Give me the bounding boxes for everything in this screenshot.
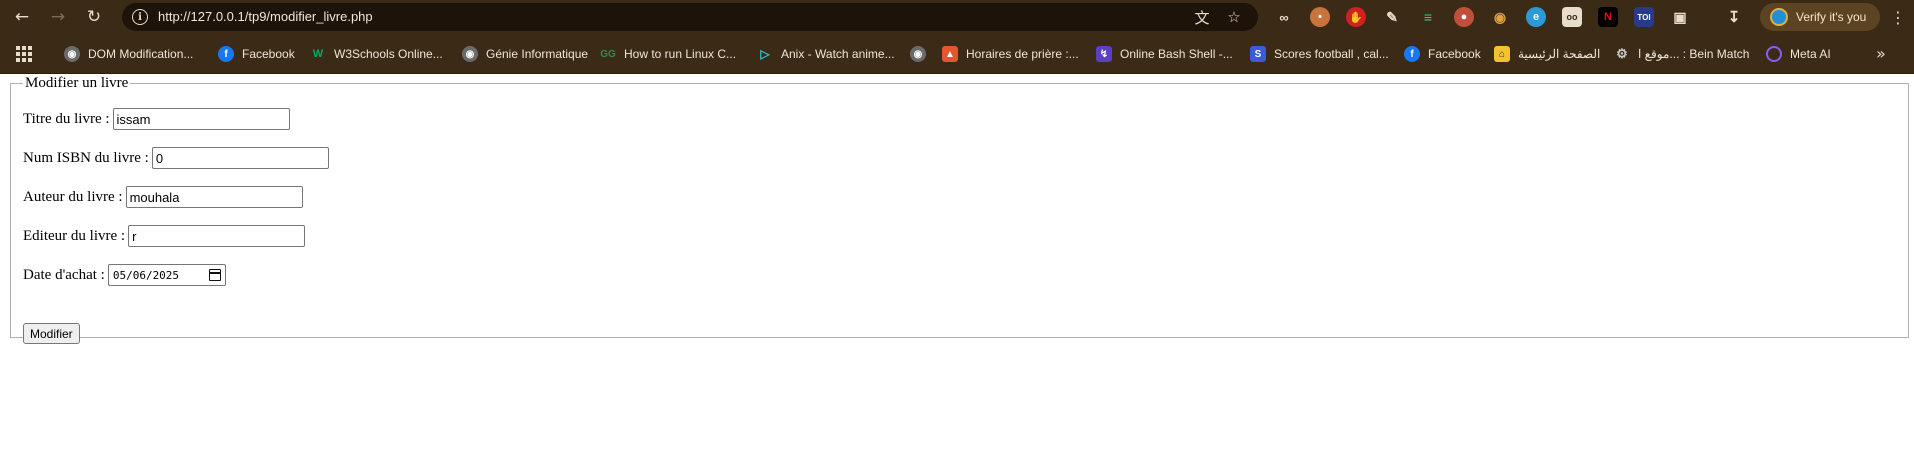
bookmark-scores-football[interactable]: S Scores football , cal... — [1250, 44, 1389, 64]
publisher-label: Editeur du livre : — [23, 227, 126, 244]
forward-arrow-icon[interactable]: → — [44, 3, 72, 31]
extension-pin-icon[interactable]: ✎ — [1382, 7, 1402, 27]
bookmarks-bar: ◉ DOM Modification... f Facebook W W3Sch… — [0, 34, 1914, 74]
url-text[interactable]: http://127.0.0.1/tp9/modifier_livre.php — [158, 9, 373, 24]
chevron-right-icon[interactable]: » — [1876, 44, 1886, 63]
author-row: Auteur du livre : — [23, 186, 303, 208]
bookmark-globe[interactable]: ◉ — [910, 44, 934, 64]
w3schools-icon: W — [312, 48, 324, 60]
reload-icon[interactable]: ↻ — [80, 3, 108, 31]
address-bar[interactable]: i http://127.0.0.1/tp9/modifier_livre.ph… — [122, 3, 1258, 31]
bookmark-facebook-2[interactable]: f Facebook — [1404, 44, 1481, 64]
home-icon: ⌂ — [1494, 46, 1510, 62]
bookmark-meta-ai[interactable]: Meta AI — [1766, 44, 1831, 64]
title-row: Titre du livre : — [23, 108, 290, 130]
isbn-label: Num ISBN du livre : — [23, 149, 149, 166]
menu-icon[interactable]: ⋮ — [1888, 7, 1908, 27]
bookmark-facebook[interactable]: f Facebook — [218, 44, 295, 64]
captions-icon[interactable]: oo — [1562, 7, 1582, 27]
bookmark-label: How to run Linux C... — [624, 47, 737, 61]
netflix-icon[interactable]: N — [1598, 7, 1618, 27]
bookmark-label: Scores football , cal... — [1274, 47, 1389, 61]
bookmark-label: الصفحة الرئيسية — [1518, 47, 1601, 61]
purchase-date-label: Date d'achat : — [23, 266, 105, 283]
globe-icon: ◉ — [910, 46, 926, 62]
avatar — [1770, 8, 1788, 26]
purchase-date-input[interactable]: 05/06/2025 — [107, 264, 226, 286]
publisher-input[interactable] — [128, 225, 306, 247]
title-label: Titre du livre : — [23, 110, 110, 127]
star-icon[interactable]: ☆ — [1224, 7, 1244, 27]
purchase-date-row: Date d'achat : 05/06/2025 — [23, 264, 226, 286]
cookie-icon[interactable]: • — [1310, 7, 1330, 27]
bookmark-label: Anix - Watch anime... — [781, 47, 895, 61]
author-label: Auteur du livre : — [23, 188, 123, 205]
form-legend: Modifier un livre — [25, 75, 129, 91]
adblock-icon[interactable]: ✋ — [1346, 7, 1366, 27]
isbn-input[interactable] — [151, 147, 329, 169]
purchase-date-value: 05/06/2025 — [112, 268, 180, 282]
scores-icon: S — [1250, 46, 1266, 62]
edge-icon[interactable]: e — [1526, 7, 1546, 27]
bookmark-dom-modification[interactable]: ◉ DOM Modification... — [64, 44, 193, 64]
gear-icon: ⚙ — [1616, 46, 1628, 61]
calendar-icon[interactable] — [208, 269, 221, 281]
wappalyzer-icon[interactable]: ≡ — [1418, 7, 1438, 27]
bookmark-bein-match[interactable]: ⚙ موقع ا... : Bein Match — [1614, 44, 1749, 64]
bookmark-label: Meta AI — [1790, 47, 1831, 61]
edit-book-fieldset: Modifier un livre Titre du livre : Num I… — [10, 75, 1909, 344]
facebook-icon: f — [1404, 46, 1420, 62]
bookmark-anix[interactable]: ▷ Anix - Watch anime... — [757, 44, 895, 64]
bookmark-label: موقع ا... : Bein Match — [1638, 47, 1750, 61]
ant-icon[interactable]: ◉ — [1490, 7, 1510, 27]
bookmark-online-bash-shell[interactable]: ↯ Online Bash Shell -... — [1096, 44, 1233, 64]
apps-grid-icon[interactable] — [16, 46, 32, 62]
bookmark-horaires-de-priere[interactable]: ▲ Horaires de prière :... — [942, 44, 1079, 64]
mosque-icon: ▲ — [942, 46, 958, 62]
site-info-icon[interactable]: i — [132, 9, 148, 25]
puzzle-icon[interactable]: ▣ — [1670, 7, 1690, 27]
publisher-row: Editeur du livre : — [23, 225, 306, 247]
profile-button-label: Verify it's you — [1796, 10, 1867, 24]
download-icon[interactable]: ↧ — [1724, 7, 1744, 27]
play-icon: ▷ — [760, 47, 770, 61]
translate-icon[interactable]: 文 — [1192, 7, 1212, 27]
chrome-color-icon[interactable]: ● — [1454, 7, 1474, 27]
gfg-icon: GG — [600, 48, 616, 60]
globe-icon: ◉ — [462, 46, 478, 62]
bookmark-label: DOM Modification... — [88, 47, 194, 61]
bookmark-label: Facebook — [1428, 47, 1481, 61]
reading-mode-icon[interactable]: ∞ — [1274, 7, 1294, 27]
title-input[interactable] — [112, 108, 290, 130]
globe-icon: ◉ — [64, 46, 80, 62]
bolt-icon: ↯ — [1096, 46, 1112, 62]
profile-button[interactable]: Verify it's you — [1760, 3, 1880, 31]
facebook-icon: f — [218, 46, 234, 62]
browser-toolbar: ← → ↻ i http://127.0.0.1/tp9/modifier_li… — [0, 0, 1914, 34]
bookmark-label: Horaires de prière :... — [966, 47, 1079, 61]
author-input[interactable] — [125, 186, 303, 208]
bookmark-how-to-run-linux[interactable]: GG How to run Linux C... — [600, 44, 736, 64]
bookmark-label: W3Schools Online... — [334, 47, 443, 61]
meta-ai-icon — [1766, 46, 1782, 62]
isbn-row: Num ISBN du livre : — [23, 147, 329, 169]
page-content: Modifier un livre Titre du livre : Num I… — [0, 75, 1914, 456]
bookmark-label: Facebook — [242, 47, 295, 61]
bookmark-genie-informatique[interactable]: ◉ Génie Informatique — [462, 44, 588, 64]
back-arrow-icon[interactable]: ← — [8, 3, 36, 31]
modify-button[interactable]: Modifier — [23, 323, 80, 344]
bookmark-w3schools[interactable]: W W3Schools Online... — [310, 44, 443, 64]
tools-icon[interactable]: TOI — [1634, 7, 1654, 27]
bookmark-arabic-home[interactable]: ⌂ الصفحة الرئيسية — [1494, 44, 1600, 64]
bookmark-label: Génie Informatique — [486, 47, 589, 61]
bookmark-label: Online Bash Shell -... — [1120, 47, 1233, 61]
